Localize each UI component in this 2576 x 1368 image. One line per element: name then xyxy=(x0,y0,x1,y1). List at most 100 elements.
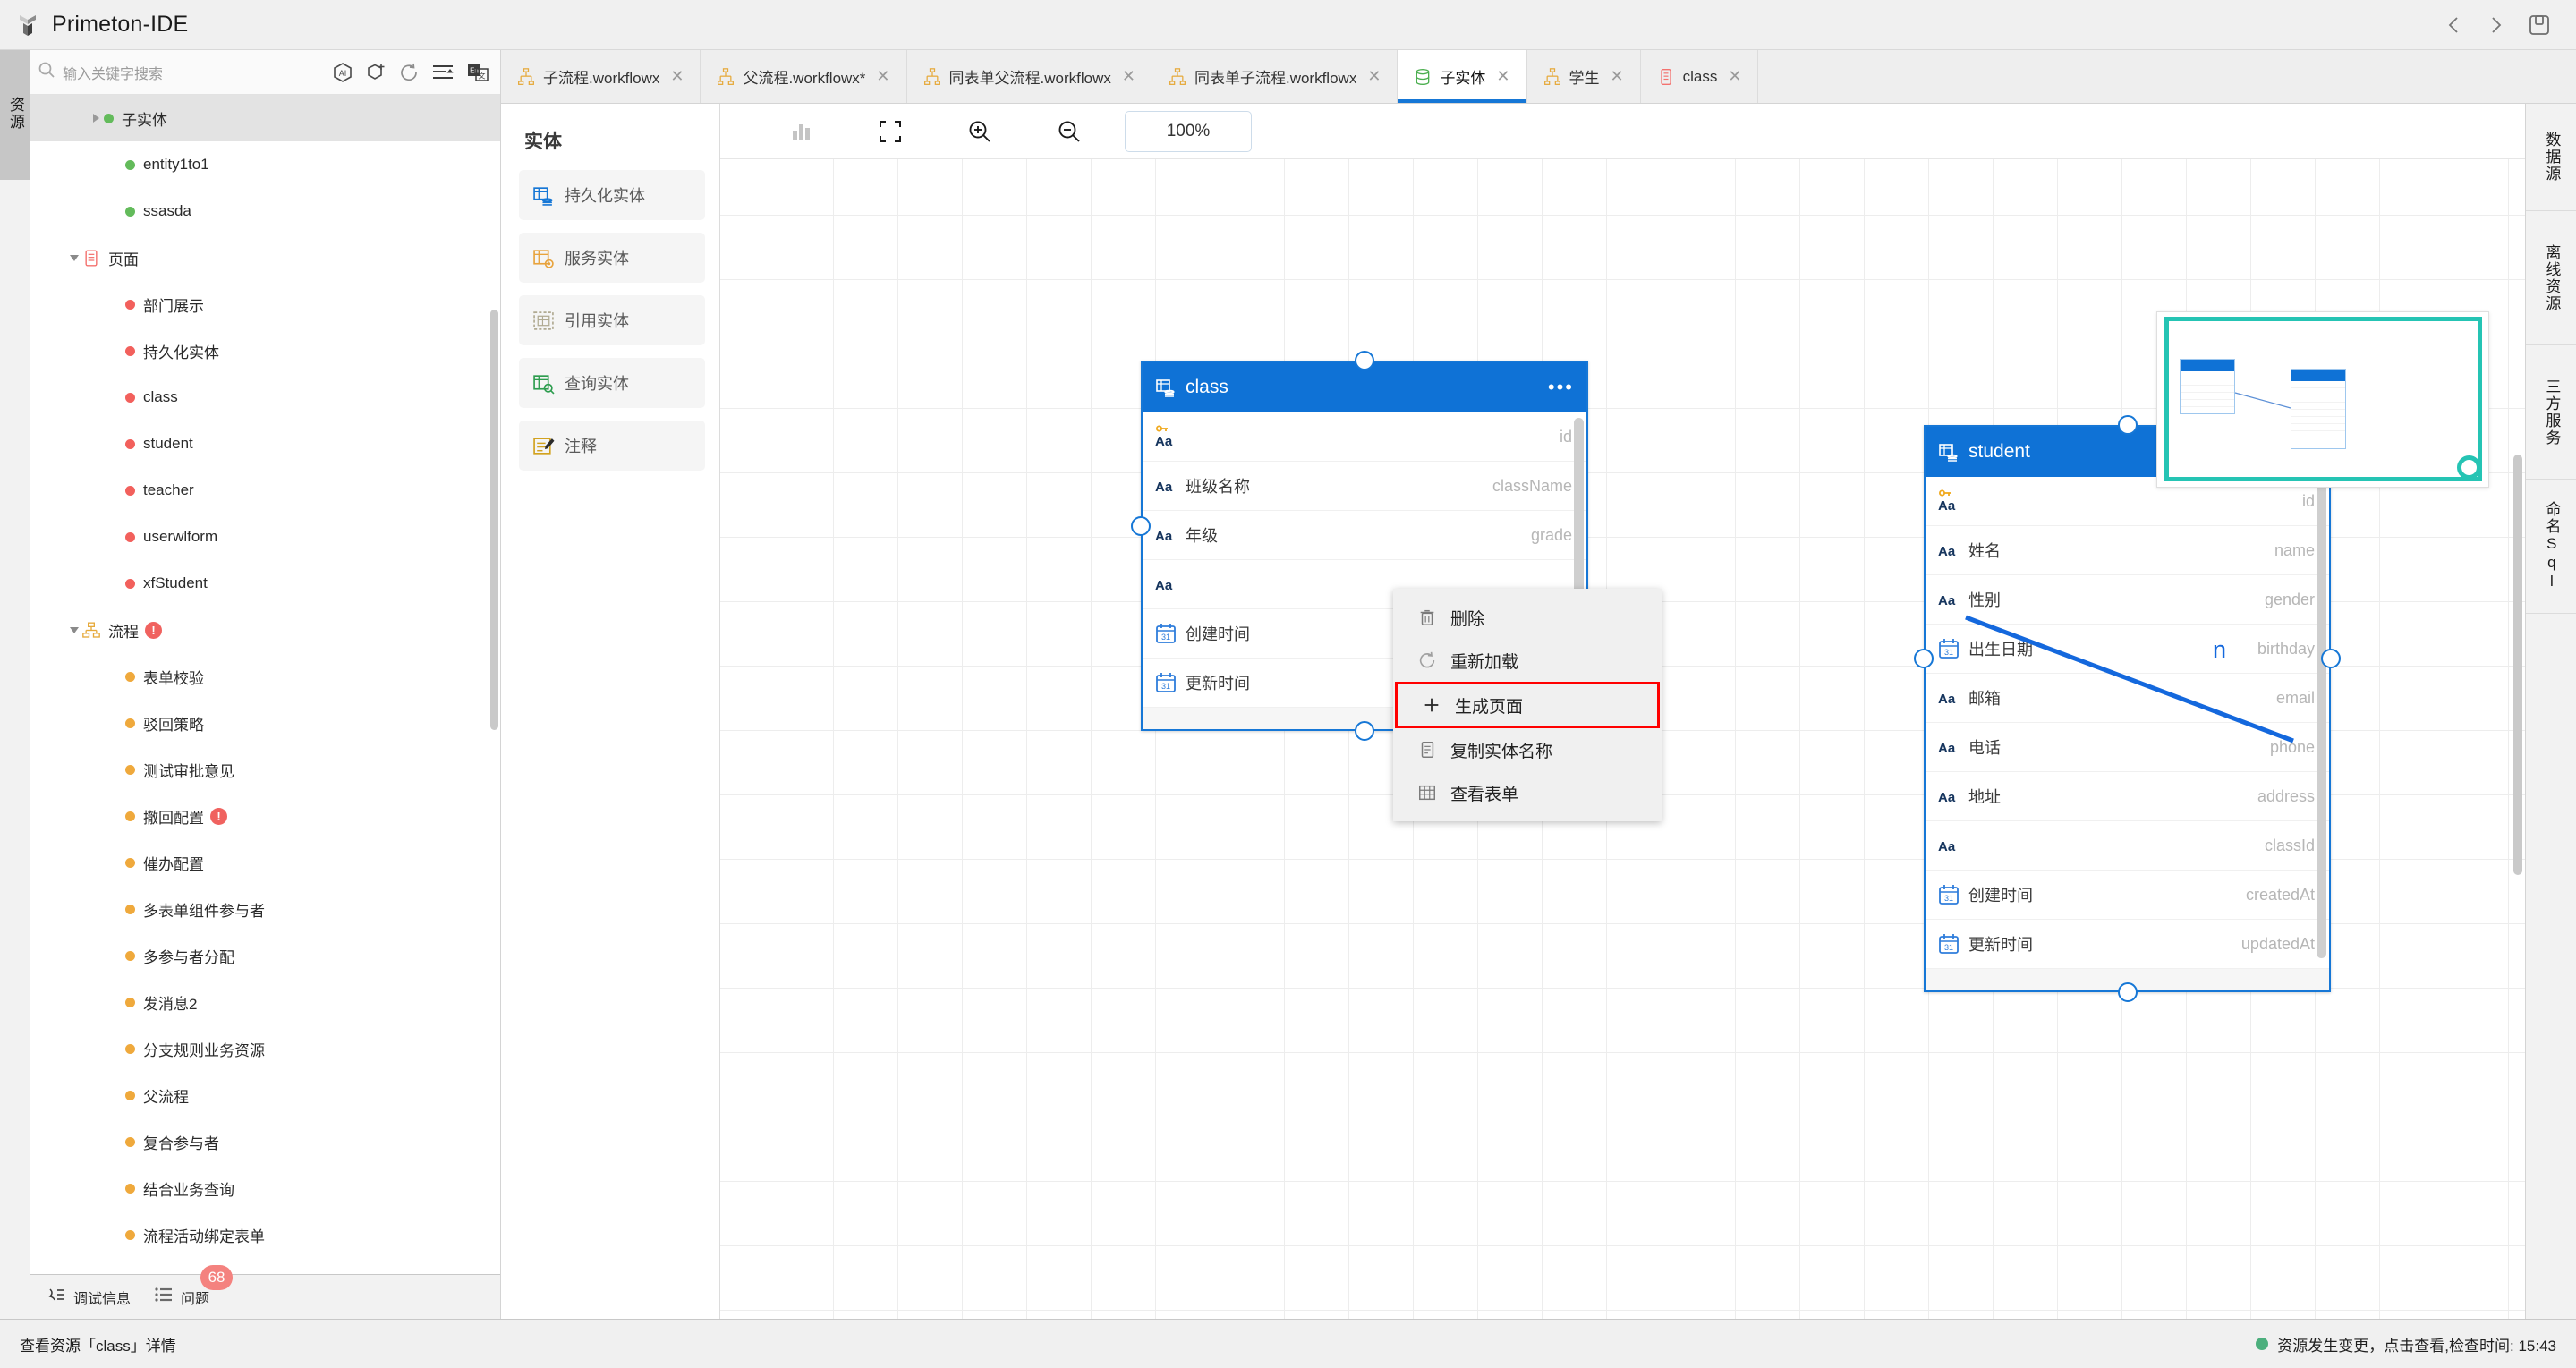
palette-item-1[interactable]: 服务实体 xyxy=(519,233,705,283)
search-input[interactable]: 输入关键字搜索 xyxy=(38,61,332,83)
entity-field-row[interactable]: 31创建时间createdAt xyxy=(1926,871,2329,920)
editor-tab-2[interactable]: 同表单父流程.workflowx✕ xyxy=(907,50,1152,103)
entity-field-row[interactable]: Aa年级grade xyxy=(1143,511,1586,560)
floppy-save-icon[interactable] xyxy=(2528,13,2551,37)
anchor-bottom[interactable] xyxy=(2118,982,2138,1002)
entity-field-row[interactable]: 31出生日期birthday xyxy=(1926,625,2329,674)
tree-item-11[interactable]: 流程! xyxy=(30,607,500,653)
tree-item-15[interactable]: 撤回配置! xyxy=(30,793,500,839)
entity-scrollbar[interactable] xyxy=(2317,482,2326,958)
context-menu-item-0[interactable]: 删除 xyxy=(1393,596,1662,639)
anchor-top[interactable] xyxy=(2118,415,2138,435)
fit-screen-icon[interactable] xyxy=(846,104,935,159)
context-menu-item-1[interactable]: 重新加载 xyxy=(1393,639,1662,682)
anchor-top[interactable] xyxy=(1355,351,1374,370)
anchor-bottom[interactable] xyxy=(1355,721,1374,741)
tree-item-23[interactable]: 结合业务查询 xyxy=(30,1165,500,1211)
chevron-down-icon[interactable] xyxy=(66,622,82,638)
context-menu-item-4[interactable]: 查看表单 xyxy=(1393,771,1662,814)
collapse-all-icon[interactable] xyxy=(431,62,455,83)
rail-item-1[interactable]: 离线资源 xyxy=(2526,211,2576,345)
entity-field-row[interactable]: Aa电话phone xyxy=(1926,723,2329,772)
anchor-left[interactable] xyxy=(1914,649,1934,668)
entity-field-row[interactable]: Aaid xyxy=(1143,412,1586,462)
anchor-left[interactable] xyxy=(1131,516,1151,536)
chevron-left-icon[interactable] xyxy=(2445,15,2463,35)
tree-item-4[interactable]: 部门展示 xyxy=(30,281,500,327)
rail-item-2[interactable]: 三方服务 xyxy=(2526,345,2576,480)
zoom-out-icon[interactable] xyxy=(1024,104,1114,159)
translate-icon[interactable]: En文 xyxy=(466,62,489,83)
bottom-tab-debug[interactable]: 调试信息 xyxy=(47,1285,131,1309)
tree-item-14[interactable]: 测试审批意见 xyxy=(30,746,500,793)
tree-item-25[interactable]: 流程图只读词 xyxy=(30,1258,500,1274)
chevron-right-icon[interactable] xyxy=(2487,15,2504,35)
entity-diagram-canvas[interactable]: n class•••AaidAa班级名称classNameAa年级gradeAa… xyxy=(720,159,2525,1319)
tree-item-24[interactable]: 流程活动绑定表单 xyxy=(30,1211,500,1258)
bottom-tab-problems[interactable]: 问题 68 xyxy=(154,1285,209,1309)
activity-tab-resources[interactable]: 资源 xyxy=(0,50,30,180)
editor-tab-1[interactable]: 父流程.workflowx*✕ xyxy=(701,50,906,103)
ai-assistant-icon[interactable]: AI xyxy=(332,62,353,83)
chevron-down-icon[interactable] xyxy=(66,250,82,266)
tree-item-22[interactable]: 复合参与者 xyxy=(30,1118,500,1165)
tree-item-19[interactable]: 发消息2 xyxy=(30,979,500,1025)
zoom-in-icon[interactable] xyxy=(935,104,1024,159)
palette-item-4[interactable]: 注释 xyxy=(519,421,705,471)
ellipsis-icon[interactable]: ••• xyxy=(1548,383,1574,392)
tree-item-9[interactable]: userwlform xyxy=(30,514,500,560)
rail-item-3[interactable]: 命名Sql xyxy=(2526,480,2576,614)
entity-field-row[interactable]: AaclassId xyxy=(1926,821,2329,871)
anchor-right[interactable] xyxy=(2321,649,2341,668)
tree-item-17[interactable]: 多表单组件参与者 xyxy=(30,886,500,932)
entity-field-row[interactable]: Aa班级名称className xyxy=(1143,462,1586,511)
entity-field-row[interactable]: 31更新时间updatedAt xyxy=(1926,920,2329,969)
tree-item-3[interactable]: 页面 xyxy=(30,234,500,281)
tree-item-8[interactable]: teacher xyxy=(30,467,500,514)
entity-field-row[interactable]: Aa邮箱email xyxy=(1926,674,2329,723)
minimap-resize-handle[interactable] xyxy=(2457,455,2481,480)
palette-item-0[interactable]: 持久化实体 xyxy=(519,170,705,220)
entity-field-row[interactable]: Aa姓名name xyxy=(1926,526,2329,575)
rail-item-0[interactable]: 数据源 xyxy=(2526,104,2576,211)
editor-tab-0[interactable]: 子流程.workflowx✕ xyxy=(501,50,701,103)
tab-close-icon[interactable]: ✕ xyxy=(670,67,684,86)
tree-item-0[interactable]: 子实体 xyxy=(30,95,500,141)
tree-item-7[interactable]: student xyxy=(30,421,500,467)
editor-tab-4[interactable]: 子实体✕ xyxy=(1398,50,1526,103)
add-module-icon[interactable] xyxy=(365,62,387,83)
tree-item-5[interactable]: 持久化实体 xyxy=(30,327,500,374)
tab-close-icon[interactable]: ✕ xyxy=(1367,67,1381,86)
tree-item-6[interactable]: class xyxy=(30,374,500,421)
tab-close-icon[interactable]: ✕ xyxy=(1496,67,1509,86)
tree-item-1[interactable]: entity1to1 xyxy=(30,141,500,188)
tree-item-2[interactable]: ssasda xyxy=(30,188,500,234)
palette-item-3[interactable]: 查询实体 xyxy=(519,358,705,408)
palette-item-2[interactable]: 引用实体 xyxy=(519,295,705,345)
canvas-minimap[interactable] xyxy=(2156,311,2489,488)
refresh-icon[interactable] xyxy=(398,62,420,83)
entity-field-row[interactable]: Aa性别gender xyxy=(1926,575,2329,625)
tab-close-icon[interactable]: ✕ xyxy=(1728,67,1741,86)
status-right-group[interactable]: 资源发生变更，点击查看,检查时间: 15:43 xyxy=(2256,1333,2556,1355)
tree-item-13[interactable]: 驳回策略 xyxy=(30,700,500,746)
tree-item-10[interactable]: xfStudent xyxy=(30,560,500,607)
editor-tab-5[interactable]: 学生✕ xyxy=(1527,50,1641,103)
editor-tab-strip[interactable]: 子流程.workflowx✕父流程.workflowx*✕同表单父流程.work… xyxy=(501,50,2576,104)
status-left-text[interactable]: 查看资源「class」详情 xyxy=(20,1333,176,1355)
tab-close-icon[interactable]: ✕ xyxy=(1122,67,1135,86)
tree-item-21[interactable]: 父流程 xyxy=(30,1072,500,1118)
chevron-right-icon[interactable] xyxy=(88,110,104,126)
tree-item-18[interactable]: 多参与者分配 xyxy=(30,932,500,979)
entity-context-menu[interactable]: 删除重新加载生成页面复制实体名称查看表单 xyxy=(1393,589,1662,821)
bar-chart-icon[interactable] xyxy=(756,104,846,159)
tab-close-icon[interactable]: ✕ xyxy=(1611,67,1624,86)
resource-tree[interactable]: 子实体entity1to1ssasda页面部门展示持久化实体classstude… xyxy=(30,95,500,1274)
tab-close-icon[interactable]: ✕ xyxy=(876,67,889,86)
tree-item-20[interactable]: 分支规则业务资源 xyxy=(30,1025,500,1072)
entity-node-student[interactable]: student•••AaidAa姓名nameAa性别gender31出生日期bi… xyxy=(1924,425,2331,992)
context-menu-item-3[interactable]: 复制实体名称 xyxy=(1393,728,1662,771)
entity-field-row[interactable]: Aa地址address xyxy=(1926,772,2329,821)
editor-tab-3[interactable]: 同表单子流程.workflowx✕ xyxy=(1152,50,1398,103)
tree-item-16[interactable]: 催办配置 xyxy=(30,839,500,886)
